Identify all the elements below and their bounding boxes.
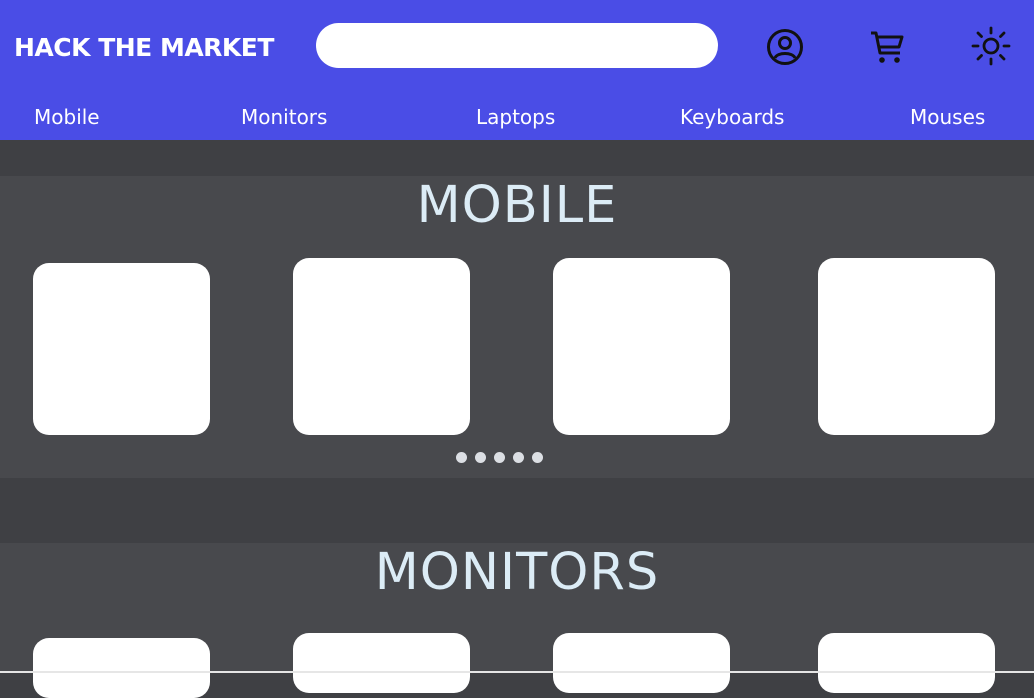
monitors-section-title: MONITORS	[374, 543, 660, 602]
mobile-section-title: MOBILE	[416, 176, 618, 235]
shopping-cart-icon	[871, 31, 904, 63]
account-button[interactable]	[765, 27, 805, 67]
cart-button[interactable]	[867, 27, 907, 67]
nav-laptops[interactable]: Laptops	[476, 105, 555, 129]
pagination-dot[interactable]	[532, 452, 543, 463]
search-input[interactable]	[316, 23, 718, 68]
product-card[interactable]	[293, 633, 470, 693]
theme-toggle-button[interactable]	[971, 26, 1011, 66]
product-card[interactable]	[33, 638, 210, 698]
product-card[interactable]	[818, 258, 995, 435]
nav-keyboards[interactable]: Keyboards	[680, 105, 784, 129]
product-card[interactable]	[553, 258, 730, 435]
sun-icon	[971, 26, 1011, 66]
product-card[interactable]	[818, 633, 995, 693]
pagination-dot[interactable]	[494, 452, 505, 463]
pagination-dot[interactable]	[513, 452, 524, 463]
product-card[interactable]	[293, 258, 470, 435]
nav-monitors[interactable]: Monitors	[241, 105, 327, 129]
product-card[interactable]	[33, 263, 210, 435]
pagination-dot[interactable]	[475, 452, 486, 463]
nav-mouses[interactable]: Mouses	[910, 105, 985, 129]
carousel-pagination	[456, 452, 543, 463]
product-card[interactable]	[553, 633, 730, 693]
pagination-dot[interactable]	[456, 452, 467, 463]
nav-mobile[interactable]: Mobile	[34, 105, 100, 129]
top-header: HACK THE MARKET Mobile Monitors Laptops …	[0, 0, 1034, 140]
brand-logo[interactable]: HACK THE MARKET	[14, 33, 274, 62]
user-circle-icon	[767, 29, 803, 65]
